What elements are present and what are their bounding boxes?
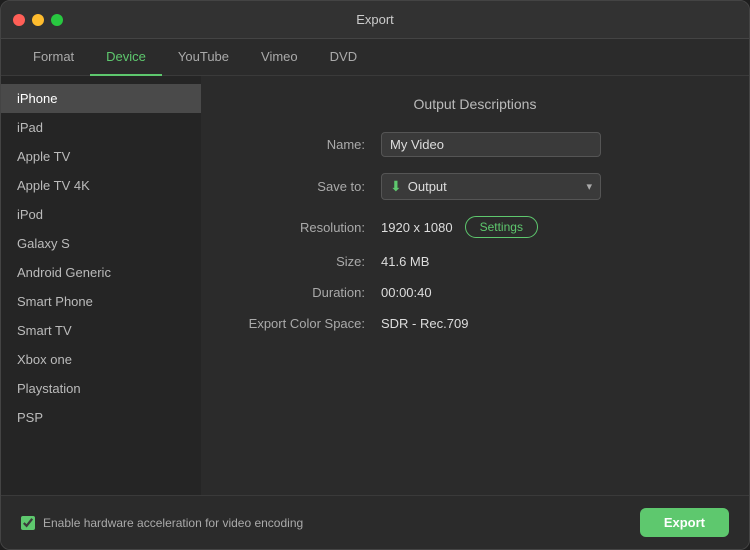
- export-window: Export Format Device YouTube Vimeo DVD i…: [0, 0, 750, 550]
- sidebar-item-apple-tv[interactable]: Apple TV: [1, 142, 201, 171]
- sidebar-item-iphone[interactable]: iPhone: [1, 84, 201, 113]
- minimize-button[interactable]: [32, 14, 44, 26]
- color-space-value: SDR - Rec.709: [381, 316, 719, 331]
- duration-value: 00:00:40: [381, 285, 719, 300]
- resolution-row: Resolution: 1920 x 1080 Settings: [231, 216, 719, 238]
- settings-button[interactable]: Settings: [465, 216, 538, 238]
- traffic-lights: [13, 14, 63, 26]
- duration-row: Duration: 00:00:40: [231, 285, 719, 300]
- hardware-acceleration-row: Enable hardware acceleration for video e…: [21, 516, 303, 530]
- sidebar-item-smart-phone[interactable]: Smart Phone: [1, 287, 201, 316]
- sidebar-item-ipod[interactable]: iPod: [1, 200, 201, 229]
- size-label: Size:: [231, 254, 381, 269]
- sidebar-item-galaxy-s[interactable]: Galaxy S: [1, 229, 201, 258]
- window-title: Export: [356, 12, 394, 27]
- title-bar: Export: [1, 1, 749, 39]
- tab-dvd[interactable]: DVD: [314, 39, 373, 76]
- save-to-value: Output: [408, 179, 447, 194]
- sidebar-item-xbox-one[interactable]: Xbox one: [1, 345, 201, 374]
- close-button[interactable]: [13, 14, 25, 26]
- name-row: Name:: [231, 132, 719, 157]
- output-fields: Name: Save to: ⬇ Output ▾: [231, 132, 719, 331]
- output-panel: Output Descriptions Name: Save to: ⬇ Out…: [201, 76, 749, 495]
- tab-device[interactable]: Device: [90, 39, 162, 76]
- bottom-bar: Enable hardware acceleration for video e…: [1, 495, 749, 549]
- resolution-value: 1920 x 1080: [381, 220, 453, 235]
- sidebar-item-psp[interactable]: PSP: [1, 403, 201, 432]
- save-to-row: Save to: ⬇ Output ▾: [231, 173, 719, 200]
- device-sidebar: iPhone iPad Apple TV Apple TV 4K iPod Ga…: [1, 76, 201, 495]
- tab-format[interactable]: Format: [17, 39, 90, 76]
- resolution-label: Resolution:: [231, 220, 381, 235]
- tab-youtube[interactable]: YouTube: [162, 39, 245, 76]
- hardware-acceleration-label: Enable hardware acceleration for video e…: [43, 516, 303, 530]
- duration-label: Duration:: [231, 285, 381, 300]
- download-icon: ⬇: [390, 178, 402, 195]
- sidebar-item-smart-tv[interactable]: Smart TV: [1, 316, 201, 345]
- main-content: iPhone iPad Apple TV Apple TV 4K iPod Ga…: [1, 76, 749, 495]
- save-to-dropdown[interactable]: ⬇ Output ▾: [381, 173, 601, 200]
- export-button[interactable]: Export: [640, 508, 729, 537]
- sidebar-item-playstation[interactable]: Playstation: [1, 374, 201, 403]
- maximize-button[interactable]: [51, 14, 63, 26]
- save-to-label: Save to:: [231, 179, 381, 194]
- tab-bar: Format Device YouTube Vimeo DVD: [1, 39, 749, 76]
- tab-vimeo[interactable]: Vimeo: [245, 39, 314, 76]
- color-space-label: Export Color Space:: [231, 316, 381, 331]
- size-value: 41.6 MB: [381, 254, 719, 269]
- chevron-down-icon: ▾: [586, 180, 592, 193]
- sidebar-item-android-generic[interactable]: Android Generic: [1, 258, 201, 287]
- panel-title: Output Descriptions: [231, 96, 719, 112]
- sidebar-item-apple-tv-4k[interactable]: Apple TV 4K: [1, 171, 201, 200]
- sidebar-item-ipad[interactable]: iPad: [1, 113, 201, 142]
- name-input[interactable]: [381, 132, 601, 157]
- size-row: Size: 41.6 MB: [231, 254, 719, 269]
- name-label: Name:: [231, 137, 381, 152]
- color-space-row: Export Color Space: SDR - Rec.709: [231, 316, 719, 331]
- hardware-acceleration-checkbox[interactable]: [21, 516, 35, 530]
